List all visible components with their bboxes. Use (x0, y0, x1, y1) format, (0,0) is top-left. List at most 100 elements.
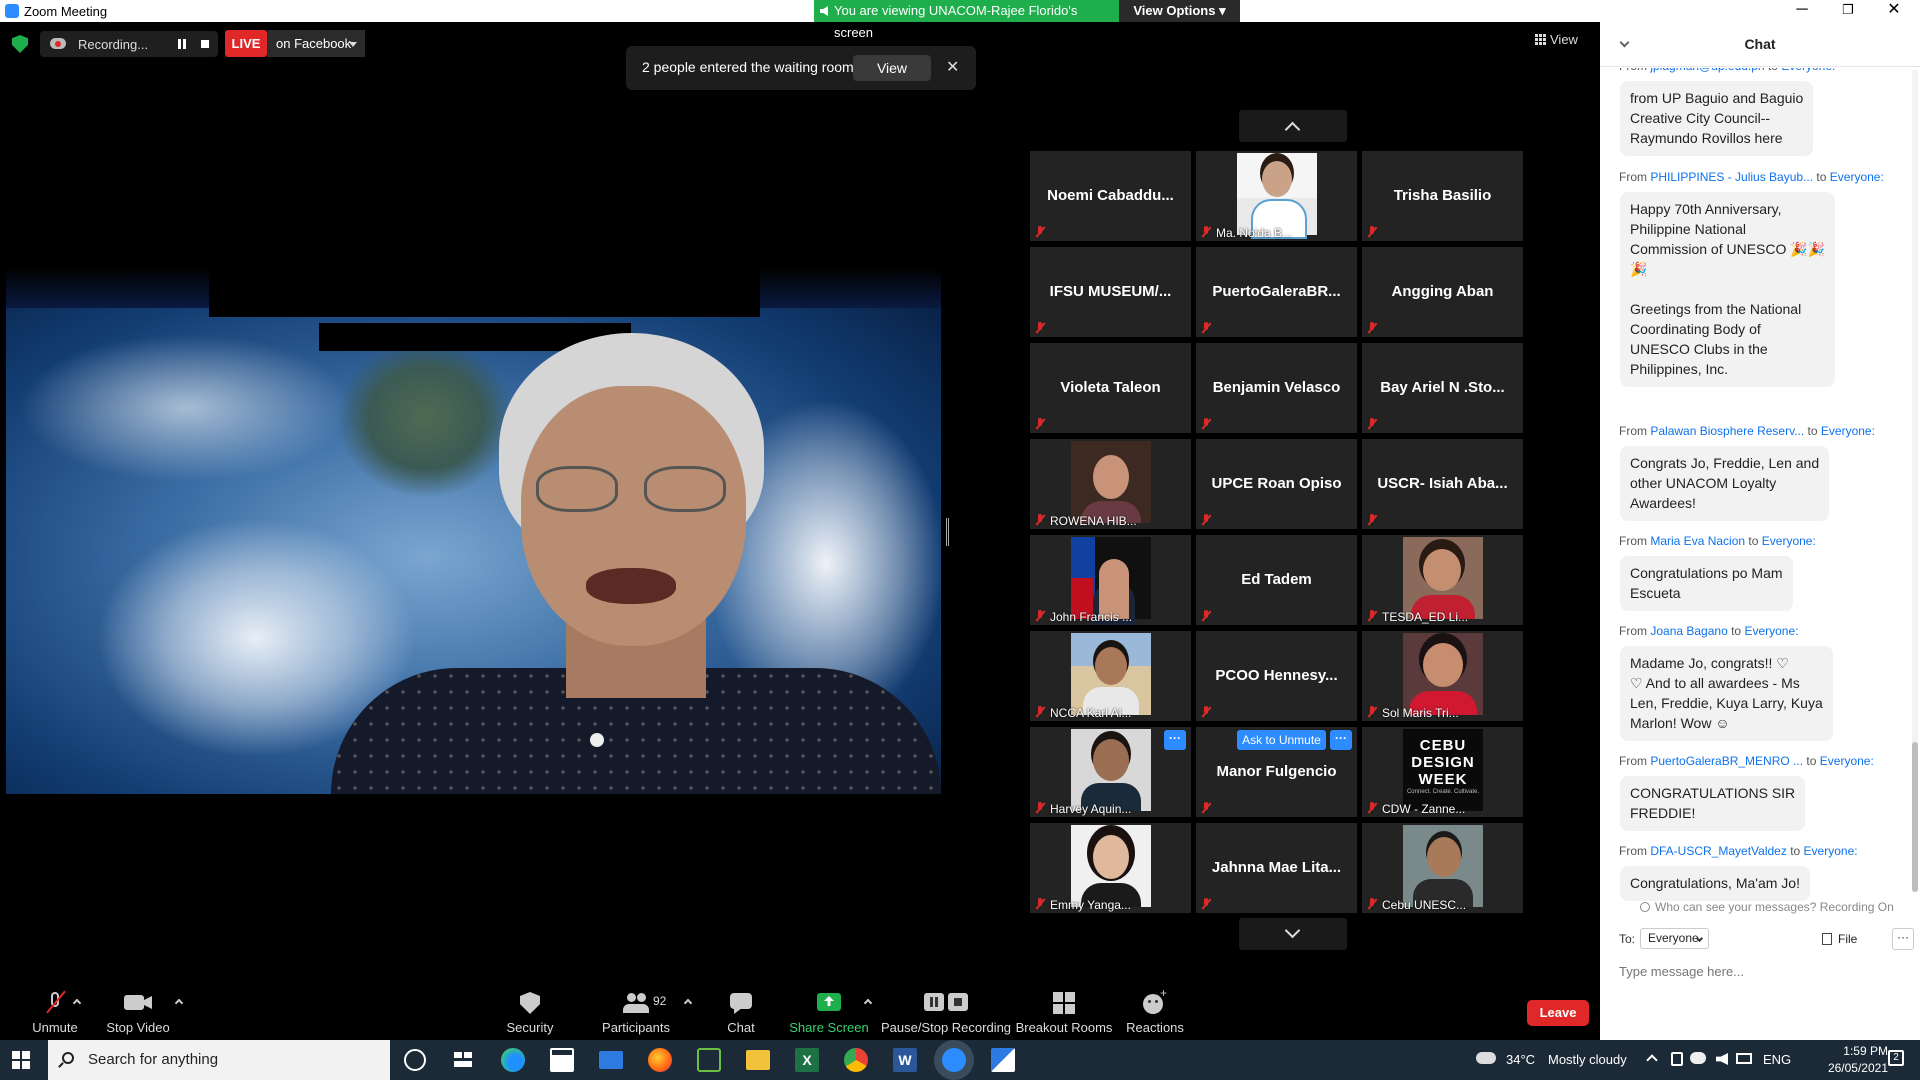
mail-icon[interactable] (599, 1051, 623, 1069)
participant-more-options-button[interactable]: ··· (1330, 730, 1352, 750)
participant-tile[interactable]: Emmy Yanga... (1030, 823, 1191, 913)
participant-tile[interactable]: USCR- Isiah Aba... (1362, 439, 1523, 529)
leave-meeting-button[interactable]: Leave (1527, 1000, 1589, 1026)
participant-tile[interactable]: UPCE Roan Opiso (1196, 439, 1357, 529)
show-hidden-icons-chevron-icon[interactable] (1646, 1054, 1658, 1066)
chat-recipient[interactable]: Everyone: (1830, 170, 1884, 184)
caret-up-icon[interactable] (863, 998, 873, 1008)
participant-tile[interactable]: Angging Aban (1362, 247, 1523, 337)
windows-start-icon[interactable] (12, 1051, 30, 1069)
chevron-down-icon[interactable] (1619, 37, 1630, 48)
greenshot-icon[interactable] (697, 1048, 721, 1072)
close-notification-icon[interactable]: ✕ (946, 57, 959, 77)
pause-stop-recording-button[interactable]: Pause/Stop Recording (880, 990, 1012, 1040)
stop-video-button[interactable]: Stop Video (83, 990, 193, 1040)
gallery-next-page-button[interactable] (1239, 918, 1347, 950)
weather-description[interactable]: Mostly cloudy (1548, 1052, 1627, 1067)
caret-up-icon[interactable] (174, 998, 184, 1008)
taskbar-clock[interactable]: 1:59 PM 26/05/2021 (1818, 1043, 1888, 1077)
waiting-room-view-button[interactable]: View (853, 55, 931, 81)
weather-temperature[interactable]: 34°C (1506, 1052, 1535, 1067)
photos-icon[interactable] (991, 1048, 1015, 1072)
encryption-shield-icon[interactable] (12, 35, 28, 53)
chat-sender[interactable]: Palawan Biosphere Reserv... (1650, 424, 1804, 438)
participant-tile[interactable]: Benjamin Velasco (1196, 343, 1357, 433)
input-language[interactable]: ENG (1763, 1052, 1791, 1067)
participant-tile[interactable]: Jahnna Mae Lita... (1196, 823, 1357, 913)
participant-tile[interactable]: CEBU DESIGN WEEK Connect. Create. Cultivate… (1362, 727, 1523, 817)
share-screen-button[interactable]: Share Screen (774, 990, 884, 1040)
excel-icon[interactable]: X (795, 1048, 819, 1072)
participant-tile[interactable]: IFSU MUSEUM/... (1030, 247, 1191, 337)
pause-recording-icon[interactable] (178, 39, 186, 49)
restore-button[interactable]: ❐ (1825, 0, 1871, 22)
participant-tile[interactable]: Trisha Basilio (1362, 151, 1523, 241)
participant-tile[interactable]: Noemi Cabaddu... (1030, 151, 1191, 241)
chat-sender[interactable]: PHILIPPINES - Julius Bayub... (1650, 170, 1813, 184)
participant-tile[interactable]: Cebu UNESC... (1362, 823, 1523, 913)
security-button[interactable]: Security (475, 990, 585, 1040)
view-layout-button[interactable]: View (1535, 32, 1578, 47)
chat-message-input[interactable] (1617, 959, 1897, 983)
participant-tile[interactable]: PCOO Hennesy... (1196, 631, 1357, 721)
participants-button[interactable]: 92 Participants (581, 990, 693, 1040)
reactions-button[interactable]: + Reactions (1100, 986, 1210, 1040)
microsoft-store-icon[interactable] (550, 1048, 574, 1072)
participant-tile[interactable]: Violeta Taleon (1030, 343, 1191, 433)
chat-sender[interactable]: DFA-USCR_MayetValdez (1650, 844, 1787, 858)
notification-center-icon[interactable]: 2 (1888, 1050, 1904, 1066)
taskbar-search-box[interactable]: Search for anything (48, 1040, 390, 1080)
chrome-icon[interactable] (844, 1048, 868, 1072)
participant-tile[interactable]: Sol Maris Tri... (1362, 631, 1523, 721)
word-icon[interactable]: W (893, 1048, 917, 1072)
file-explorer-icon[interactable] (746, 1050, 770, 1070)
ask-to-unmute-button[interactable]: Ask to Unmute (1237, 730, 1326, 750)
close-window-button[interactable]: ✕ (1871, 0, 1917, 22)
chat-privacy-note[interactable]: Who can see your messages? Recording On (1640, 900, 1894, 914)
task-view-icon[interactable] (452, 1048, 476, 1072)
chat-recipient[interactable]: Everyone: (1820, 754, 1874, 768)
chat-recipient[interactable]: Everyone: (1744, 624, 1798, 638)
participant-more-options-button[interactable]: ··· (1164, 730, 1186, 750)
network-icon[interactable] (1736, 1053, 1752, 1064)
chat-recipient[interactable]: Everyone: (1762, 534, 1816, 548)
chat-sender[interactable]: jpiagman@up.edu.ph (1650, 68, 1764, 73)
weather-cloud-icon[interactable] (1476, 1052, 1496, 1064)
participant-tile[interactable]: Ed Tadem (1196, 535, 1357, 625)
chat-sender[interactable]: Joana Bagano (1650, 624, 1727, 638)
stop-recording-icon[interactable] (201, 40, 209, 48)
panel-resize-handle[interactable] (946, 518, 949, 546)
view-options-button[interactable]: View Options ▾ (1119, 0, 1240, 22)
chat-recipient[interactable]: Everyone: (1821, 424, 1875, 438)
participant-tile[interactable]: Bay Ariel N .Sto... (1362, 343, 1523, 433)
edge-browser-icon[interactable] (501, 1048, 525, 1072)
onedrive-icon[interactable] (1690, 1052, 1706, 1064)
chat-scrollbar[interactable] (1912, 70, 1918, 892)
caret-up-icon[interactable] (72, 998, 82, 1008)
chat-sender[interactable]: Maria Eva Nacion (1650, 534, 1745, 548)
participant-tile[interactable]: John Francis ... (1030, 535, 1191, 625)
live-stream-dropdown[interactable]: on Facebook (267, 30, 365, 57)
zoom-taskbar-icon[interactable] (942, 1048, 966, 1072)
chat-recipient[interactable]: Everyone: (1781, 68, 1835, 73)
minimize-button[interactable]: ─ (1779, 0, 1825, 22)
send-file-button[interactable]: File (1822, 932, 1857, 946)
chat-message-list[interactable]: From jpiagman@up.edu.ph to Everyone: from… (1600, 68, 1912, 906)
view-layout-label: View (1550, 32, 1578, 47)
participant-tile[interactable]: ROWENA HIB... (1030, 439, 1191, 529)
chat-sender[interactable]: PuertoGaleraBR_MENRO ... (1650, 754, 1803, 768)
participant-tile[interactable]: NCCA Karl Al... (1030, 631, 1191, 721)
participant-tile[interactable]: PuertoGaleraBR... (1196, 247, 1357, 337)
device-icon[interactable] (1671, 1052, 1683, 1066)
firefox-icon[interactable] (648, 1048, 672, 1072)
recipient-dropdown[interactable]: Everyone (1640, 928, 1709, 949)
gallery-previous-page-button[interactable] (1239, 110, 1347, 142)
volume-icon[interactable] (1716, 1053, 1728, 1065)
scrollbar-thumb[interactable] (1912, 742, 1918, 892)
participant-tile[interactable]: Ma. Noida B... (1196, 151, 1357, 241)
chat-recipient[interactable]: Everyone: (1804, 844, 1858, 858)
chat-more-button[interactable]: ··· (1892, 928, 1914, 950)
share-screen-label: Share Screen (789, 1020, 869, 1035)
cortana-icon[interactable] (404, 1049, 426, 1071)
participant-tile[interactable]: TESDA_ED Li... (1362, 535, 1523, 625)
